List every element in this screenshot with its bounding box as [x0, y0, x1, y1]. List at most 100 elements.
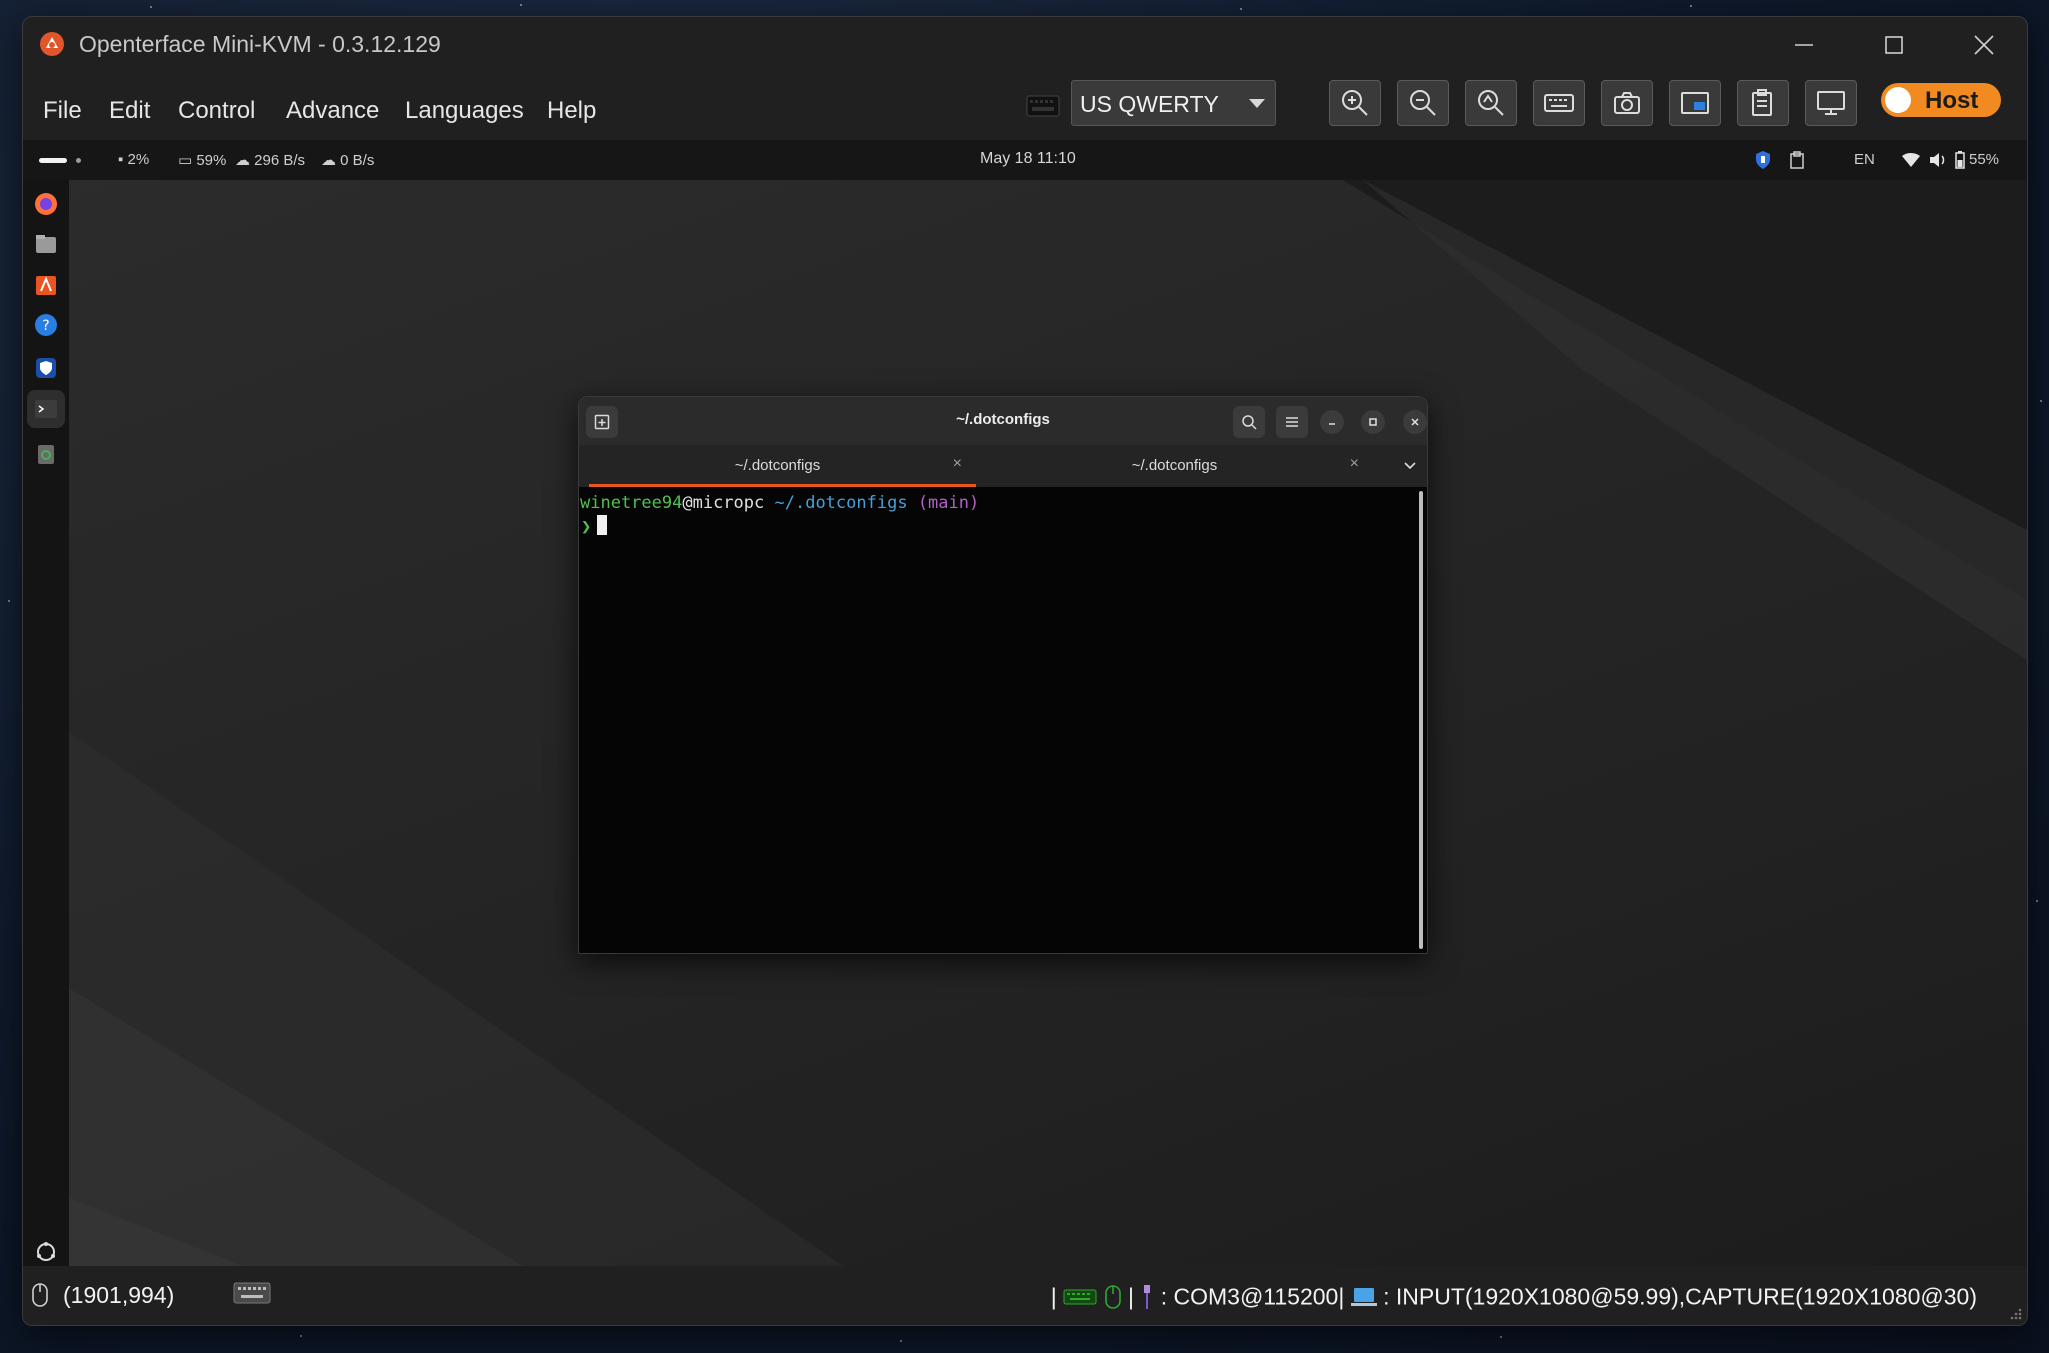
- menu-advance[interactable]: Advance: [286, 97, 379, 125]
- menu-languages[interactable]: Languages: [405, 97, 524, 125]
- bitwarden-icon[interactable]: [34, 356, 58, 380]
- monitor-icon: [1817, 91, 1845, 115]
- menu-control[interactable]: Control: [178, 97, 255, 125]
- disk-usage-value: 2%: [127, 151, 150, 168]
- maximize-icon: [1369, 418, 1377, 426]
- disk-usage: ▪ 2%: [118, 151, 150, 168]
- chevron-down-icon: [1249, 99, 1265, 108]
- picture-in-picture-button[interactable]: [1669, 80, 1721, 126]
- terminal-close-button[interactable]: [1403, 410, 1427, 434]
- maximize-icon: [1885, 36, 1903, 54]
- title-bar: Openterface Mini-KVM - 0.3.12.129: [23, 17, 2027, 73]
- menu-edit[interactable]: Edit: [109, 97, 150, 125]
- firefox-icon[interactable]: [34, 192, 58, 216]
- mouse-connected-icon: [1104, 1285, 1121, 1309]
- terminal-tab-label: ~/.dotconfigs: [734, 457, 821, 474]
- download-rate-value: 0 B/s: [340, 152, 375, 169]
- terminal-tab-bar: ~/.dotconfigs × ~/.dotconfigs ×: [579, 445, 1427, 487]
- remote-top-panel: ▪ 2% ▭ 59% ☁ 296 B/s ☁ 0 B/s May 18 11:1…: [23, 140, 2027, 180]
- close-tab-icon[interactable]: ×: [953, 455, 962, 473]
- terminal-window[interactable]: ~/.dotconfigs ~/.dotconfigs × ~/.dotconf…: [578, 396, 1428, 954]
- minimize-button[interactable]: [1759, 17, 1849, 73]
- memory-usage-value: 59%: [196, 152, 227, 169]
- serial-port-status: : COM3@115200|: [1160, 1283, 1345, 1310]
- svg-text:?: ?: [42, 318, 49, 334]
- input-language[interactable]: EN: [1854, 151, 1875, 168]
- status-divider: |: [1127, 1283, 1134, 1310]
- keyboard-connected-icon: [1063, 1289, 1097, 1305]
- terminal-search-button[interactable]: [1233, 406, 1265, 438]
- close-button[interactable]: [1939, 17, 2027, 73]
- display-button[interactable]: [1805, 80, 1857, 126]
- remote-screen[interactable]: ▪ 2% ▭ 59% ☁ 296 B/s ☁ 0 B/s May 18 11:1…: [23, 140, 2027, 1266]
- keyboard-icon: [1544, 94, 1574, 112]
- zoom-out-button[interactable]: [1397, 80, 1449, 126]
- download-rate: ☁ 0 B/s: [321, 152, 375, 169]
- window-title: Openterface Mini-KVM - 0.3.12.129: [79, 31, 441, 57]
- zoom-out-icon: [1410, 90, 1436, 116]
- terminal-menu-button[interactable]: [1276, 406, 1308, 438]
- app-logo-icon: [40, 32, 64, 56]
- menu-help[interactable]: Help: [547, 97, 596, 125]
- usb-plug-icon: [1144, 1284, 1151, 1309]
- input-line[interactable]: ❯: [581, 515, 608, 537]
- video-status: : INPUT(1920X1080@59.99),CAPTURE(1920X10…: [1383, 1283, 1977, 1310]
- workspace-dot[interactable]: [76, 158, 81, 163]
- search-icon: [1242, 415, 1257, 430]
- picture-in-picture-icon: [1681, 92, 1709, 114]
- workspace-indicator[interactable]: [39, 158, 67, 163]
- clipboard-tray-icon[interactable]: [1790, 151, 1804, 169]
- host-toggle-label: Host: [1925, 87, 1979, 114]
- zoom-reset-icon: [1478, 90, 1504, 116]
- keyboard-status-icon: [1026, 95, 1060, 117]
- prompt-symbol: ❯: [581, 517, 592, 537]
- files-icon[interactable]: [34, 232, 58, 256]
- status-divider: |: [1050, 1283, 1057, 1310]
- remote-clock[interactable]: May 18 11:10: [980, 150, 1076, 168]
- wifi-icon[interactable]: [1902, 152, 1920, 168]
- show-apps-icon[interactable]: [34, 1240, 58, 1264]
- prompt-line: winetree94@micropc ~/.dotconfigs (main): [580, 493, 979, 513]
- battery-icon[interactable]: [1955, 151, 1965, 169]
- resize-grip-icon[interactable]: [2007, 1305, 2023, 1321]
- terminal-tab-2[interactable]: ~/.dotconfigs ×: [976, 445, 1373, 487]
- screenshot-button[interactable]: [1601, 80, 1653, 126]
- terminal-body[interactable]: winetree94@micropc ~/.dotconfigs (main) …: [579, 487, 1427, 953]
- upload-rate-value: 296 B/s: [254, 152, 306, 169]
- virtual-keyboard-button[interactable]: [1533, 80, 1585, 126]
- keyboard-icon[interactable]: [233, 1281, 271, 1305]
- text-cursor: [597, 515, 608, 535]
- status-bar: (1901,994) | | : COM3@115200| : INPUT(19…: [23, 1266, 2027, 1325]
- menu-file[interactable]: File: [43, 97, 82, 125]
- terminal-icon: [35, 400, 57, 418]
- zoom-reset-button[interactable]: [1465, 80, 1517, 126]
- terminal-maximize-button[interactable]: [1361, 410, 1385, 434]
- maximize-button[interactable]: [1849, 17, 1939, 73]
- dock-terminal-highlight[interactable]: [27, 390, 65, 428]
- clipboard-icon: [1752, 89, 1772, 116]
- remote-dock: ?: [23, 180, 69, 1266]
- terminal-tab-label: ~/.dotconfigs: [1131, 457, 1218, 474]
- close-icon: [1974, 35, 1994, 55]
- camera-icon: [1614, 92, 1640, 114]
- zoom-in-icon: [1342, 90, 1368, 116]
- software-center-icon[interactable]: [34, 273, 58, 297]
- chevron-down-icon[interactable]: [1403, 458, 1417, 472]
- connection-status: | | : COM3@115200| : INPUT(1920X1080@59.…: [1051, 1282, 1977, 1310]
- terminal-tab-1[interactable]: ~/.dotconfigs ×: [579, 445, 976, 487]
- hamburger-icon: [1286, 417, 1298, 427]
- terminal-minimize-button[interactable]: [1320, 410, 1344, 434]
- terminal-scrollbar[interactable]: [1419, 491, 1423, 949]
- help-icon[interactable]: ?: [34, 313, 58, 337]
- zoom-in-button[interactable]: [1329, 80, 1381, 126]
- shield-icon[interactable]: [1755, 150, 1771, 170]
- close-tab-icon[interactable]: ×: [1350, 455, 1359, 473]
- paste-button[interactable]: [1737, 80, 1789, 126]
- app-window: Openterface Mini-KVM - 0.3.12.129 File E…: [22, 16, 2028, 1326]
- volume-icon[interactable]: [1929, 152, 1947, 168]
- upload-rate: ☁ 296 B/s: [235, 152, 306, 169]
- terminal-header[interactable]: ~/.dotconfigs: [579, 397, 1427, 445]
- keyboard-layout-select[interactable]: US QWERTY: [1071, 80, 1276, 126]
- trash-icon[interactable]: [34, 442, 58, 466]
- host-target-toggle[interactable]: Host: [1881, 83, 2001, 117]
